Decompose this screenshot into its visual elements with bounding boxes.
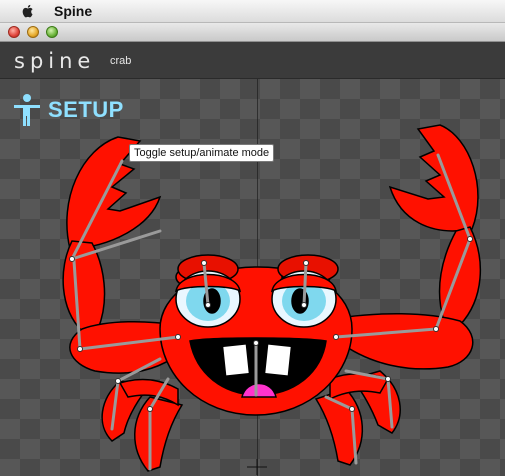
editor-viewport[interactable]: SETUP Toggle setup/animate mode: [0, 79, 505, 476]
toolbar: spine crab: [0, 42, 505, 79]
crab-left-leg-b: [134, 396, 184, 472]
origin-crosshair-icon: [247, 459, 267, 475]
apple-icon[interactable]: [20, 3, 36, 19]
minimize-window-button[interactable]: [27, 26, 39, 38]
zoom-window-button[interactable]: [46, 26, 58, 38]
app-menu-name[interactable]: Spine: [54, 3, 92, 19]
crab-tooth-right: [263, 343, 293, 377]
spine-window: spine crab SETUP Toggle setup/animate mo…: [0, 23, 505, 476]
window-titlebar[interactable]: [0, 23, 505, 42]
setup-pose-figure-icon: [14, 94, 40, 126]
crab-tooth-left: [221, 343, 251, 377]
close-window-button[interactable]: [8, 26, 20, 38]
crab-right-claw: [388, 124, 479, 232]
menu-bar: Spine: [0, 0, 505, 23]
crab-right-middle-leg: [337, 312, 474, 370]
crab-right-upper-arm: [438, 226, 482, 326]
mode-toggle-tooltip: Toggle setup/animate mode: [129, 144, 275, 162]
project-name: crab: [110, 55, 132, 67]
spine-logo: spine: [14, 49, 96, 73]
mode-label: SETUP: [48, 97, 124, 122]
setup-mode-toggle[interactable]: SETUP: [12, 93, 124, 127]
crab-skeleton[interactable]: [0, 79, 505, 476]
